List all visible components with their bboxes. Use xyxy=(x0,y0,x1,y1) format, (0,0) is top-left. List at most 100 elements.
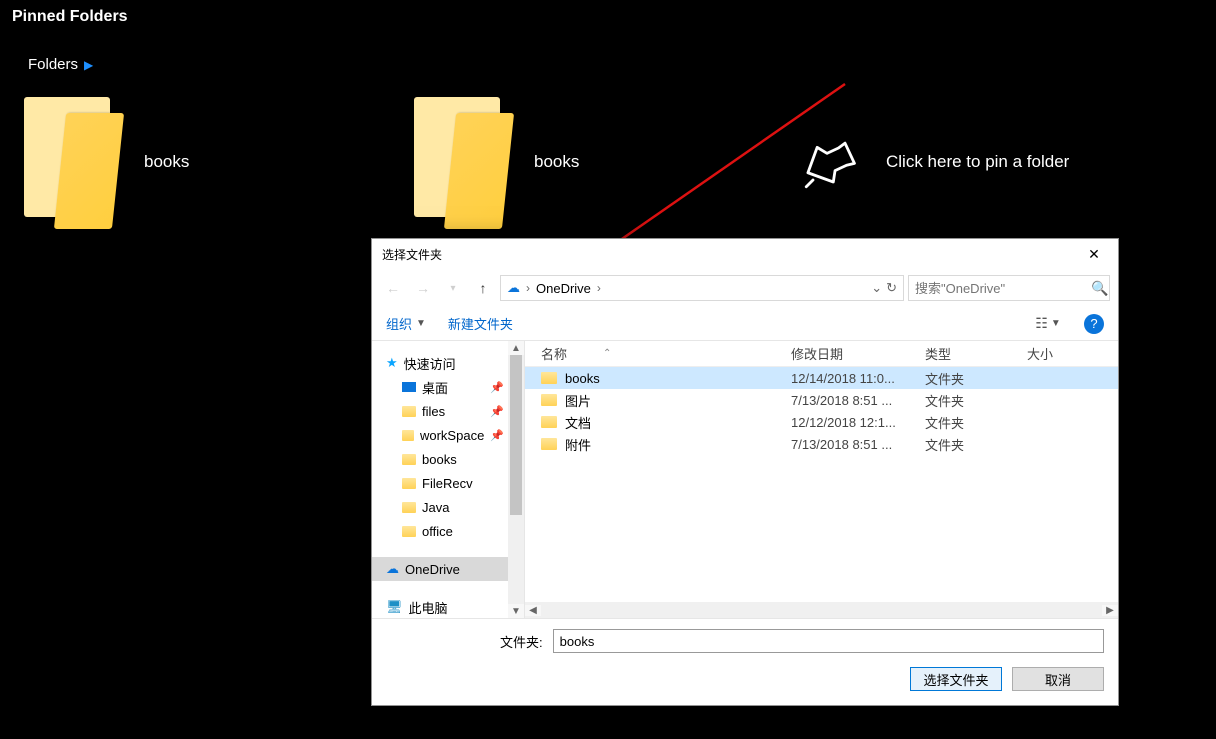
dialog-titlebar: 选择文件夹 ✕ xyxy=(372,239,1118,269)
folder-icon xyxy=(541,372,557,384)
list-h-scrollbar[interactable]: ◀ ▶ xyxy=(525,602,1118,618)
search-input[interactable] xyxy=(915,281,1091,296)
table-row[interactable]: 文档 12/12/2018 12:1...文件夹 xyxy=(525,411,1118,433)
breadcrumb-dropdown-icon[interactable]: ⌄ xyxy=(871,280,882,296)
search-box[interactable]: 🔍 xyxy=(908,275,1110,301)
tree-item-filerecv[interactable]: FileRecv xyxy=(372,471,524,495)
nav-back-button[interactable]: ← xyxy=(380,275,406,301)
col-size[interactable]: 大小 xyxy=(1027,344,1087,363)
pinned-folder-label: books xyxy=(534,152,579,172)
cancel-button[interactable]: 取消 xyxy=(1012,667,1104,691)
row-name: 文档 xyxy=(565,413,591,432)
col-date[interactable]: 修改日期 xyxy=(791,344,925,363)
tree-item-label: 快速访问 xyxy=(404,354,456,373)
pin-icon: 📌 xyxy=(490,381,504,394)
close-button[interactable]: ✕ xyxy=(1076,240,1112,268)
tree-item-label: OneDrive xyxy=(405,562,460,577)
nav-forward-button[interactable]: → xyxy=(410,275,436,301)
help-icon[interactable]: ? xyxy=(1084,314,1104,334)
folders-label-text: Folders xyxy=(28,56,78,73)
row-name: 图片 xyxy=(565,391,591,410)
row-date: 7/13/2018 8:51 ... xyxy=(791,393,925,408)
row-date: 7/13/2018 8:51 ... xyxy=(791,437,925,452)
organize-label: 组织 xyxy=(386,314,412,333)
tree-item-label: office xyxy=(422,524,453,539)
organize-menu[interactable]: 组织 ▼ xyxy=(386,314,426,333)
table-row[interactable]: 附件7/13/2018 8:51 ...文件夹 xyxy=(525,433,1118,455)
tree-quick-access[interactable]: ★ 快速访问 xyxy=(372,351,524,375)
pin-action-label: Click here to pin a folder xyxy=(886,152,1069,172)
folder-icon xyxy=(541,394,557,406)
pinned-folder-label: books xyxy=(144,152,189,172)
chevron-right-icon: › xyxy=(597,281,601,295)
row-name: 附件 xyxy=(565,435,591,454)
table-row[interactable]: 图片 7/13/2018 8:51 ...文件夹 xyxy=(525,389,1118,411)
pinned-folder-tile[interactable]: books xyxy=(400,97,790,227)
table-row[interactable]: books 12/14/2018 11:0...文件夹 xyxy=(525,367,1118,389)
pinned-folder-tile[interactable]: books xyxy=(10,97,400,227)
scroll-up-icon[interactable]: ▲ xyxy=(508,341,524,355)
column-headers[interactable]: 名称 ⌃ 修改日期 类型 大小 xyxy=(525,341,1118,367)
sort-caret-icon: ⌃ xyxy=(603,348,611,359)
pin-icon: 📌 xyxy=(490,429,504,442)
tree-item-label: files xyxy=(422,404,445,419)
view-mode-button[interactable]: ☷ ▼ xyxy=(1034,314,1062,334)
row-date: 12/14/2018 11:0... xyxy=(791,371,925,386)
star-icon: ★ xyxy=(386,355,398,371)
tree-item-label: workSpace xyxy=(420,428,484,443)
tree-item-label: FileRecv xyxy=(422,476,473,491)
desktop-icon xyxy=(402,382,416,392)
row-type: 文件夹 xyxy=(925,391,1027,410)
dialog-toolbar: 组织 ▼ 新建文件夹 ☷ ▼ ? xyxy=(372,307,1118,341)
chevron-down-icon: ▼ xyxy=(416,318,426,329)
file-list: 名称⌃ 修改日期 类型 大小 books12/14/2018 11:0...文件… xyxy=(525,341,1118,618)
chevron-right-icon: › xyxy=(526,281,530,295)
row-type: 文件夹 xyxy=(925,369,1027,388)
nav-dropdown-icon[interactable]: ▾ xyxy=(440,275,466,301)
row-date: 12/12/2018 12:1... xyxy=(791,415,925,430)
folder-icon xyxy=(402,478,416,489)
folder-icon xyxy=(402,526,416,537)
new-folder-button[interactable]: 新建文件夹 xyxy=(448,314,513,333)
tree-item-books[interactable]: books xyxy=(372,447,524,471)
scroll-down-icon[interactable]: ▼ xyxy=(508,604,524,618)
nav-row: ← → ▾ ↑ ☁ › OneDrive › ⌄ ↻ 🔍 xyxy=(372,269,1118,307)
tree-item-office[interactable]: office xyxy=(372,519,524,543)
pin-icon: 📌 xyxy=(490,405,504,418)
row-type: 文件夹 xyxy=(925,413,1027,432)
folder-icon xyxy=(414,97,512,227)
breadcrumb-location: OneDrive xyxy=(536,281,591,296)
tree-scrollbar[interactable]: ▲ ▼ xyxy=(508,341,524,618)
folder-name-input[interactable] xyxy=(553,629,1104,653)
breadcrumb-bar[interactable]: ☁ › OneDrive › ⌄ ↻ xyxy=(500,275,904,301)
tree-item-workspace[interactable]: workSpace 📌 xyxy=(372,423,524,447)
tree-item-label: books xyxy=(422,452,457,467)
search-icon[interactable]: 🔍 xyxy=(1091,280,1108,297)
folder-icon xyxy=(541,438,557,450)
dialog-title: 选择文件夹 xyxy=(382,246,1076,263)
tree-item-onedrive[interactable]: ☁ OneDrive xyxy=(372,557,524,581)
onedrive-icon: ☁ xyxy=(507,280,520,296)
col-type[interactable]: 类型 xyxy=(925,344,1027,363)
scroll-left-icon[interactable]: ◀ xyxy=(525,605,541,616)
page-title: Pinned Folders xyxy=(0,0,1216,34)
tree-item-java[interactable]: Java xyxy=(372,495,524,519)
onedrive-icon: ☁ xyxy=(386,561,399,577)
folder-field-label: 文件夹: xyxy=(500,632,543,651)
row-name: books xyxy=(565,371,600,386)
pinned-tiles-row: books books Click here to pin a folder xyxy=(0,77,1216,247)
pin-folder-action[interactable]: Click here to pin a folder xyxy=(790,135,1180,189)
col-name[interactable]: 名称 xyxy=(541,344,567,363)
chevron-right-icon: ▶ xyxy=(84,58,93,72)
scroll-thumb[interactable] xyxy=(510,355,522,515)
select-folder-button[interactable]: 选择文件夹 xyxy=(910,667,1002,691)
scroll-right-icon[interactable]: ▶ xyxy=(1102,605,1118,616)
folder-picker-dialog: 选择文件夹 ✕ ← → ▾ ↑ ☁ › OneDrive › ⌄ ↻ 🔍 组织 … xyxy=(371,238,1119,706)
tree-item-files[interactable]: files 📌 xyxy=(372,399,524,423)
tree-item-this-pc[interactable]: 🖥此电脑 xyxy=(372,595,524,618)
tree-item-desktop[interactable]: 桌面📌 xyxy=(372,375,524,399)
refresh-icon[interactable]: ↻ xyxy=(886,280,897,296)
folders-section-label[interactable]: Folders ▶ xyxy=(28,56,1216,73)
folder-icon xyxy=(24,97,122,227)
nav-up-button[interactable]: ↑ xyxy=(470,275,496,301)
